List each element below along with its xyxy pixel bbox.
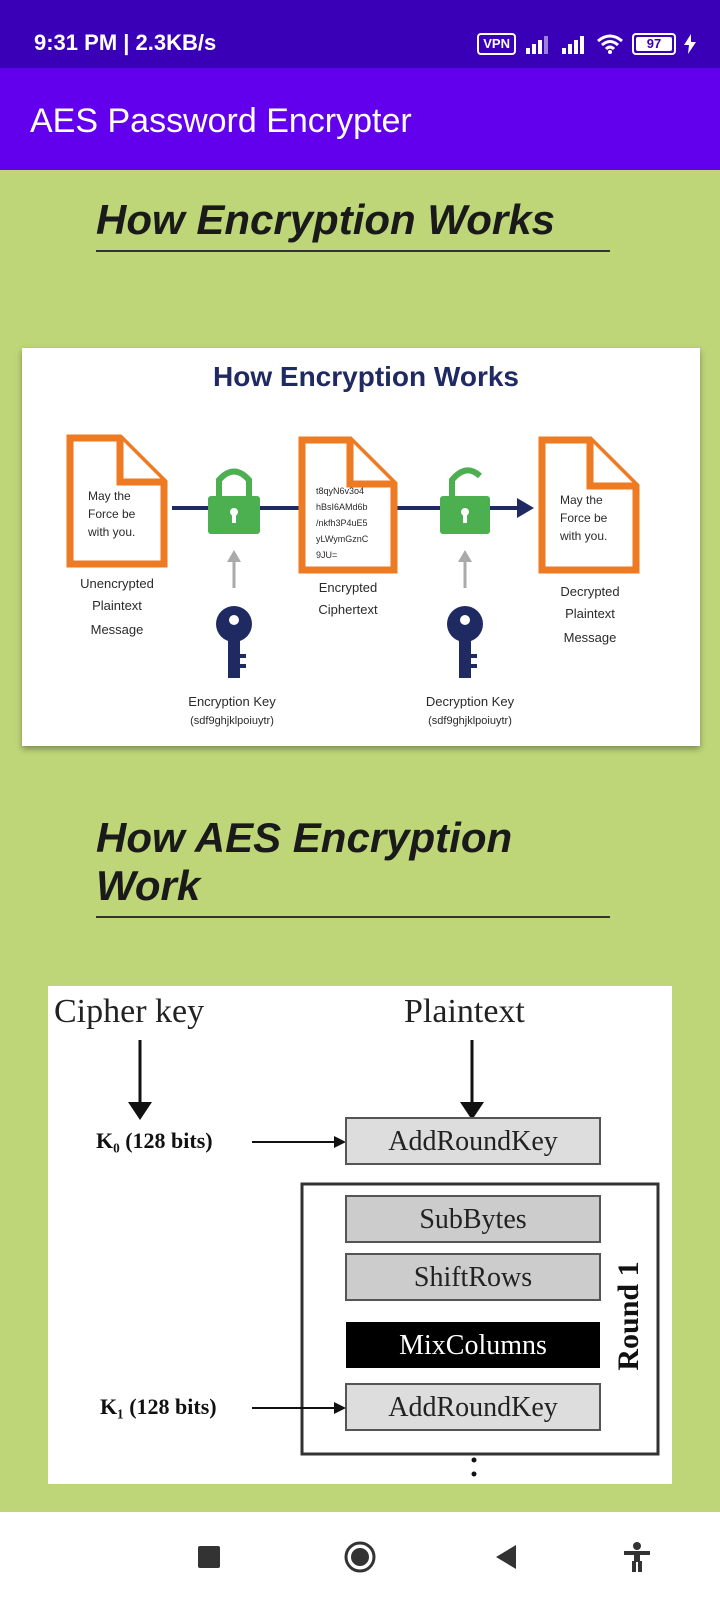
- decryption-key-value: (sdf9ghjklpoiuytr): [428, 715, 512, 727]
- plaintext-line: with you.: [87, 525, 135, 539]
- aes-diagram-image: Cipher key Plaintext K₀ (128 bits) AddRo…: [48, 986, 672, 1484]
- battery-icon: 97: [632, 33, 676, 55]
- decryption-key-label: Decryption Key: [426, 694, 515, 709]
- decrypted-line: Force be: [560, 511, 608, 525]
- decrypted-label: Plaintext: [565, 606, 615, 621]
- app-bar: AES Password Encrypter: [0, 68, 720, 170]
- down-arrow-head: [128, 1102, 152, 1120]
- unencrypted-label: Unencrypted: [80, 576, 154, 591]
- back-icon: [496, 1545, 516, 1569]
- recent-apps-icon: [198, 1546, 220, 1568]
- k1-label: K₁ (128 bits): [100, 1394, 217, 1419]
- cipher-line: 9JU=: [316, 550, 337, 560]
- decrypted-line: with you.: [559, 529, 607, 543]
- sub-bytes-label: SubBytes: [419, 1204, 526, 1235]
- arrow-up-head: [227, 550, 241, 562]
- plaintext-line: Force be: [88, 507, 136, 521]
- signal-icon: [526, 36, 548, 54]
- cipher-line: /nkfh3P4uE5: [316, 518, 368, 528]
- diagram-title: How Encryption Works: [213, 361, 519, 392]
- decrypted-doc-icon: May the Force be with you.: [538, 436, 640, 574]
- status-time: 9:31 PM | 2.3KB/s: [34, 30, 217, 55]
- encrypted-label: Ciphertext: [318, 602, 378, 617]
- encrypted-label: Encrypted: [319, 580, 378, 595]
- plaintext-line: May the: [88, 489, 131, 503]
- wifi-icon: [597, 34, 623, 54]
- unencrypted-label: Message: [91, 622, 144, 637]
- signal-icon-2: [562, 36, 584, 54]
- cipher-line: hBsI6AMd6b: [316, 502, 368, 512]
- app-title: AES Password Encrypter: [30, 102, 412, 140]
- shift-rows-label: ShiftRows: [414, 1262, 532, 1293]
- arrow-up-head: [458, 550, 472, 562]
- battery-level: 97: [636, 37, 672, 51]
- decrypted-label: Decrypted: [560, 584, 619, 599]
- cipher-key-label: Cipher key: [54, 993, 204, 1030]
- ellipsis-dot: [471, 1457, 477, 1463]
- add-round-key-label: AddRoundKey: [388, 1126, 558, 1157]
- home-button[interactable]: [337, 1534, 383, 1580]
- flow-arrow-head: [517, 498, 534, 518]
- encryption-key-label: Encryption Key: [188, 694, 276, 709]
- status-icons: VPN 97: [477, 30, 696, 58]
- k0-arrow-head: [334, 1136, 346, 1148]
- k1-arrow-head: [334, 1402, 346, 1414]
- section-title-encryption: How Encryption Works: [96, 196, 610, 252]
- mix-columns-label: MixColumns: [399, 1330, 547, 1361]
- add-round-key-label-2: AddRoundKey: [388, 1392, 558, 1423]
- charging-icon: [684, 34, 696, 54]
- encryption-key-icon: [216, 606, 252, 678]
- cipher-line: t8qyN6v3o4: [316, 486, 364, 496]
- ciphertext-doc-icon: t8qyN6v3o4 hBsI6AMd6b /nkfh3P4uE5 yLWymG…: [298, 436, 398, 574]
- ellipsis-dot: [471, 1471, 477, 1477]
- accessibility-button[interactable]: [614, 1534, 660, 1580]
- vpn-icon: VPN: [477, 33, 516, 55]
- decrypted-line: May the: [560, 493, 603, 507]
- unencrypted-label: Plaintext: [92, 598, 142, 613]
- plaintext-label: Plaintext: [404, 993, 525, 1030]
- plaintext-doc-icon: May the Force be with you.: [66, 434, 168, 568]
- recent-apps-button[interactable]: [186, 1534, 232, 1580]
- lock-open-icon: [440, 467, 490, 534]
- k0-label: K₀ (128 bits): [96, 1128, 213, 1153]
- cipher-line: yLWymGznC: [316, 534, 369, 544]
- status-bar: 9:31 PM | 2.3KB/s VPN 97: [0, 0, 720, 68]
- decryption-key-icon: [447, 606, 483, 678]
- back-button[interactable]: [484, 1534, 530, 1580]
- encryption-key-value: (sdf9ghjklpoiuytr): [190, 715, 274, 727]
- home-icon: [344, 1541, 376, 1573]
- encryption-diagram-image: How Encryption Works May the Force be wi…: [22, 348, 700, 746]
- decrypted-label: Message: [564, 630, 617, 645]
- accessibility-icon: [624, 1542, 650, 1572]
- section-title-aes: How AES Encryption Work: [96, 814, 610, 918]
- lock-icon: [208, 468, 260, 534]
- round-label: Round 1: [612, 1261, 645, 1370]
- nav-bar: [0, 1512, 720, 1600]
